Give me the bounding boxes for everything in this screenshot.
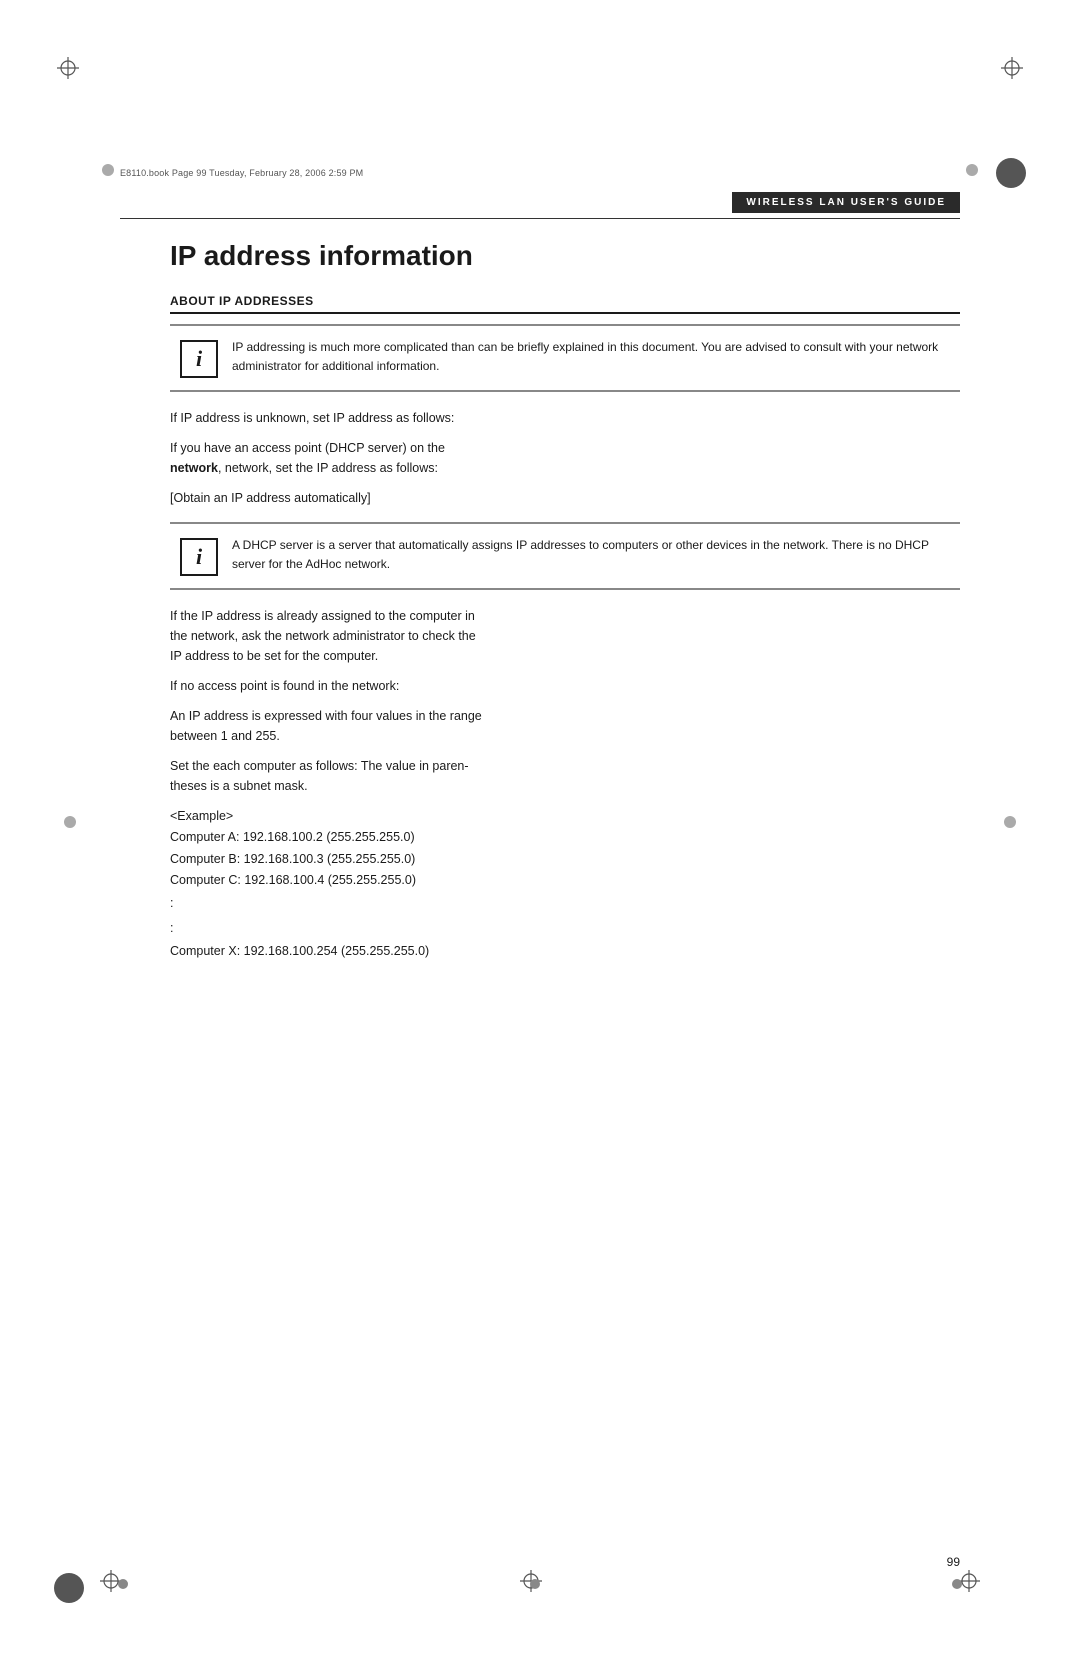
dot-mark-tr xyxy=(966,164,978,176)
computer-a: Computer A: 192.168.100.2 (255.255.255.0… xyxy=(170,827,960,848)
dot-mark-tl xyxy=(102,164,114,176)
info-box-2: i A DHCP server is a server that automat… xyxy=(170,522,960,590)
header-bar: Wireless LAN User's Guide xyxy=(732,192,960,213)
info-text-2: A DHCP server is a server that automatic… xyxy=(232,536,950,573)
dot-mark-bm xyxy=(530,1579,540,1589)
computer-c: Computer C: 192.168.100.4 (255.255.255.0… xyxy=(170,870,960,891)
page: E8110.book Page 99 Tuesday, February 28,… xyxy=(0,0,1080,1669)
dot-mark-bl2 xyxy=(118,1579,128,1589)
computer-b: Computer B: 192.168.100.3 (255.255.255.0… xyxy=(170,849,960,870)
page-title: IP address information xyxy=(170,240,960,272)
paragraph-4: If no access point is found in the netwo… xyxy=(170,676,960,696)
paragraph-1: If IP address is unknown, set IP address… xyxy=(170,408,960,428)
dot-mark-br2 xyxy=(952,1579,962,1589)
main-content: IP address information ABOUT IP ADDRESSE… xyxy=(170,240,960,1549)
paragraph-3: If the IP address is already assigned to… xyxy=(170,606,960,666)
large-circle-bl xyxy=(54,1573,84,1603)
example-label: <Example> xyxy=(170,806,960,827)
dots-2: : xyxy=(170,916,960,941)
dot-mark-mr xyxy=(1004,816,1016,828)
paragraph-5: An IP address is expressed with four val… xyxy=(170,706,960,746)
corner-crosshair-tr xyxy=(1001,57,1023,79)
paragraph-2: If you have an access point (DHCP server… xyxy=(170,438,960,478)
info-box-1: i IP addressing is much more complicated… xyxy=(170,324,960,392)
section-heading: ABOUT IP ADDRESSES xyxy=(170,294,960,314)
bracket-text: [Obtain an IP address automatically] xyxy=(170,488,960,508)
meta-line: E8110.book Page 99 Tuesday, February 28,… xyxy=(120,168,960,178)
dots-1: : xyxy=(170,891,960,916)
info-text-1: IP addressing is much more complicated t… xyxy=(232,338,950,375)
info-icon-2: i xyxy=(180,538,218,576)
example-list: <Example> Computer A: 192.168.100.2 (255… xyxy=(170,806,960,962)
computer-x: Computer X: 192.168.100.254 (255.255.255… xyxy=(170,941,960,962)
dot-mark-ml xyxy=(64,816,76,828)
file-info: E8110.book Page 99 Tuesday, February 28,… xyxy=(120,168,363,178)
info-icon-1: i xyxy=(180,340,218,378)
page-number: 99 xyxy=(947,1555,960,1569)
paragraph-2b: network, network, set the IP address as … xyxy=(170,461,438,475)
paragraph-6: Set the each computer as follows: The va… xyxy=(170,756,960,796)
header-rule xyxy=(120,218,960,219)
header-title: Wireless LAN User's Guide xyxy=(746,197,946,208)
large-circle-tr xyxy=(996,158,1026,188)
corner-crosshair-tl xyxy=(57,57,79,79)
